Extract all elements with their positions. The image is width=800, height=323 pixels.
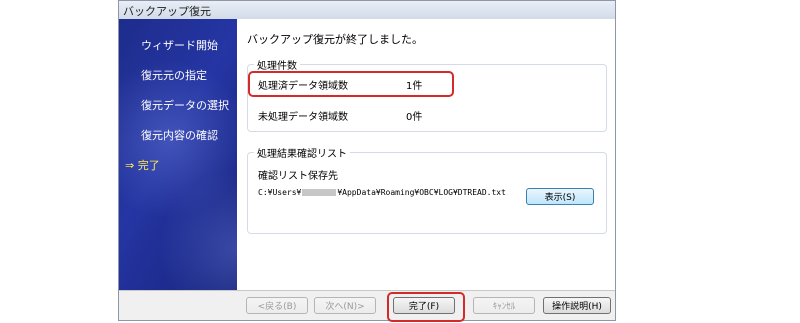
backup-restore-window: バックアップ復元 ウィザード開始 復元元の指定 復元データの選択 復元内容の確認… (118, 0, 616, 322)
title-bar: バックアップ復元 (119, 1, 615, 20)
button-bar: <戻る(B) 次へ(N)> 完了(F) ｷｬﾝｾﾙ 操作説明(H) (119, 290, 615, 322)
result-list-group: 処理結果確認リスト 確認リスト保存先 C:¥Users¥ ¥AppData¥Roa… (247, 145, 607, 234)
result-list-group-title: 処理結果確認リスト (254, 145, 350, 160)
back-button[interactable]: <戻る(B) (246, 297, 308, 314)
finish-button[interactable]: 完了(F) (393, 297, 455, 314)
next-button[interactable]: 次へ(N)> (314, 297, 376, 314)
cancel-button[interactable]: ｷｬﾝｾﾙ (473, 297, 535, 314)
sidebar-item-restore-source: 復元元の指定 (141, 69, 207, 82)
sidebar-item-wizard-start: ウィザード開始 (141, 39, 218, 52)
save-location-label: 確認リスト保存先 (258, 171, 338, 182)
processed-label: 処理済データ領域数 (258, 81, 348, 92)
redacted-username (302, 189, 337, 196)
counts-group-title: 処理件数 (254, 57, 300, 72)
processed-value: 1件 (406, 81, 423, 92)
sidebar-item-restore-data: 復元データの選択 (141, 99, 229, 112)
save-location-path: C:¥Users¥ ¥AppData¥Roaming¥OBC¥LOG¥DTREAD… (258, 188, 506, 197)
unprocessed-value: 0件 (406, 112, 423, 123)
counts-group: 処理件数 処理済データ領域数 1件 未処理データ領域数 0件 (247, 57, 607, 132)
path-prefix: C:¥Users¥ (258, 188, 302, 197)
wizard-sidebar: ウィザード開始 復元元の指定 復元データの選択 復元内容の確認 ⇒ 完了 (119, 19, 237, 290)
sidebar-item-finish: ⇒ 完了 (125, 159, 160, 172)
path-suffix: ¥AppData¥Roaming¥OBC¥LOG¥DTREAD.txt (337, 188, 506, 197)
main-content: バックアップ復元が終了しました。 処理件数 処理済データ領域数 1件 未処理デー… (237, 19, 615, 290)
unprocessed-label: 未処理データ領域数 (258, 112, 348, 123)
view-button[interactable]: 表示(S) (526, 188, 594, 205)
help-button[interactable]: 操作説明(H) (543, 297, 611, 314)
window-title: バックアップ復元 (123, 5, 211, 18)
sidebar-item-restore-confirm: 復元内容の確認 (141, 129, 218, 142)
completion-message: バックアップ復元が終了しました。 (247, 33, 423, 46)
